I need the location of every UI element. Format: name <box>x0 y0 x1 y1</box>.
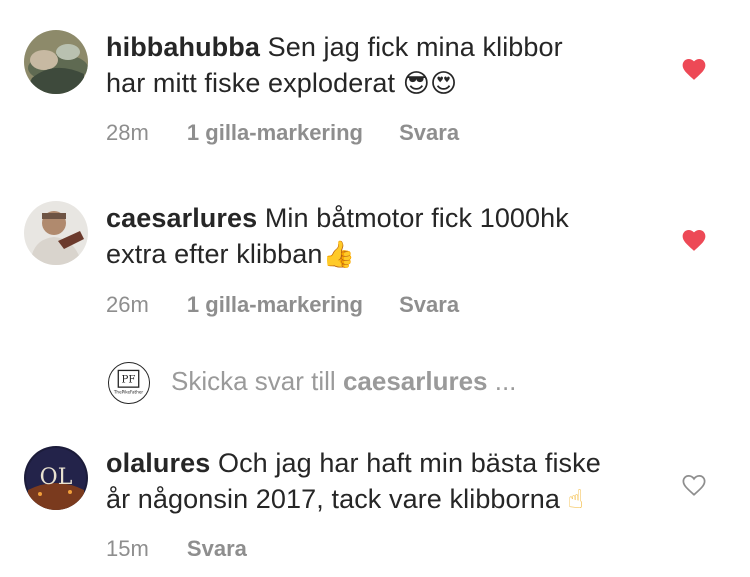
comment-time: 26m <box>106 292 149 317</box>
svg-text:OL: OL <box>40 465 73 490</box>
comment-username[interactable]: hibbahubba <box>106 32 260 62</box>
current-user-avatar: PF ThePikeFather <box>108 362 150 404</box>
reply-button[interactable]: Svara <box>399 292 459 317</box>
heart-filled-icon[interactable] <box>681 57 707 81</box>
comment-text: hibbahubba Sen jag fick mina klibbor har… <box>106 29 626 102</box>
comment-meta: 26m 1 gilla-markering Svara <box>106 292 489 318</box>
comment-time: 28m <box>106 120 149 145</box>
comment-meta: 28m 1 gilla-markering Svara <box>106 120 489 146</box>
pointing-up-icon: ☝ <box>567 485 584 515</box>
comment-time: 15m <box>106 536 149 561</box>
comment-text: caesarlures Min båtmotor fick 1000hk ext… <box>106 200 626 273</box>
emoji-icon: 😎😍 <box>402 69 458 99</box>
comment-username[interactable]: olalures <box>106 448 210 478</box>
likes-count[interactable]: 1 gilla-markering <box>187 292 363 317</box>
reply-prefix: Skicka svar till <box>171 366 336 396</box>
avatar[interactable] <box>24 201 88 265</box>
avatar[interactable] <box>24 30 88 94</box>
reply-button[interactable]: Svara <box>187 536 247 561</box>
reply-ellipsis: ... <box>494 366 517 396</box>
reply-button[interactable]: Svara <box>399 120 459 145</box>
logo-letters: PF <box>122 375 136 386</box>
thumbs-up-icon: 👍 <box>322 240 355 270</box>
likes-count[interactable]: 1 gilla-markering <box>187 120 363 145</box>
avatar-logo-icon: OL <box>24 446 88 510</box>
avatar[interactable]: OL <box>24 446 88 510</box>
heart-filled-icon[interactable] <box>681 228 707 252</box>
comment-username[interactable]: caesarlures <box>106 203 257 233</box>
comment-body-line2: har mitt fiske exploderat <box>106 68 396 98</box>
logo-caption: ThePikeFather <box>113 390 143 395</box>
reply-placeholder[interactable]: Skicka svar till caesarlures ... <box>171 366 516 397</box>
reply-username: caesarlures <box>342 366 488 396</box>
comment-body: Och jag har haft min bästa fiske <box>217 448 601 478</box>
comment-body: Min båtmotor fick 1000hk <box>264 203 569 233</box>
comment-meta: 15m Svara <box>106 536 277 562</box>
avatar-photo-icon <box>24 30 88 94</box>
heart-outline-icon[interactable] <box>681 473 707 497</box>
comment-text: olalures Och jag har haft min bästa fisk… <box>106 445 626 518</box>
comment-body-line2: år någonsin 2017, tack vare klibborna <box>106 484 560 514</box>
pikefather-logo-icon: PF ThePikeFather <box>113 369 143 395</box>
avatar-photo-icon <box>24 201 88 265</box>
comment-body-line2: extra efter klibban <box>106 239 323 269</box>
comment-body: Sen jag fick mina klibbor <box>267 32 563 62</box>
